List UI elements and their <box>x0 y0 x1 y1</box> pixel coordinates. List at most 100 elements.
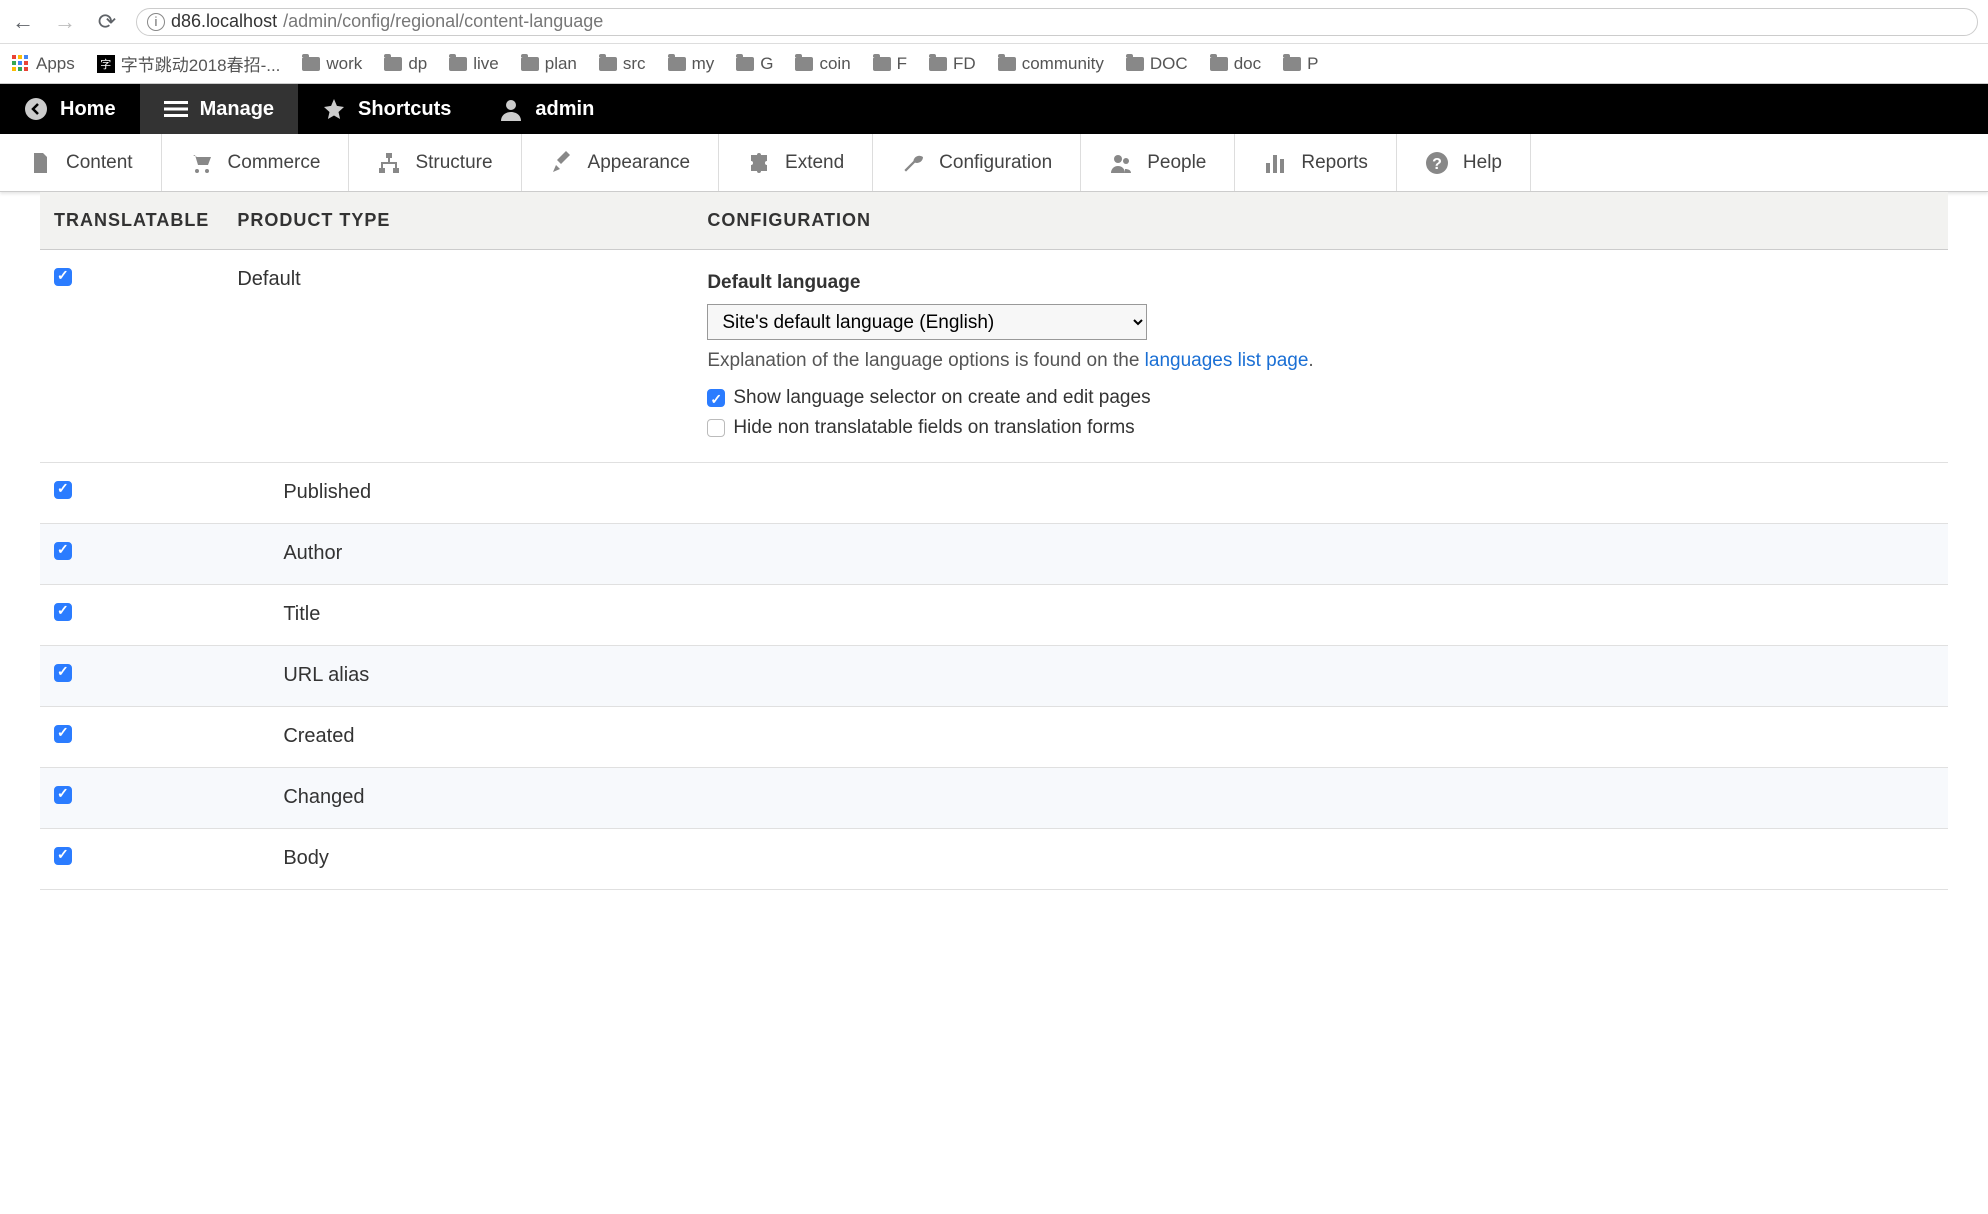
chevron-left-circle-icon <box>24 97 48 121</box>
star-icon <box>322 97 346 121</box>
product-type-label: Published <box>223 462 693 523</box>
admin-menu-reports[interactable]: Reports <box>1235 134 1397 191</box>
file-icon <box>28 151 52 175</box>
table-row: Body <box>40 828 1948 889</box>
product-type-label: Body <box>223 828 693 889</box>
bookmark-folder-src[interactable]: src <box>599 54 646 74</box>
drupal-toolbar: Home Manage Shortcuts admin <box>0 84 1988 134</box>
translatable-checkbox[interactable] <box>54 268 72 286</box>
folder-icon <box>668 57 686 71</box>
bookmarks-bar: Apps 字 字节跳动2018春招-... work dp live plan … <box>0 44 1988 84</box>
folder-icon <box>1210 57 1228 71</box>
bookmark-folder-doc-upper[interactable]: DOC <box>1126 54 1188 74</box>
admin-menu-help[interactable]: ?Help <box>1397 134 1531 191</box>
translatable-checkbox[interactable] <box>54 664 72 682</box>
show-language-selector-label: Show language selector on create and edi… <box>733 383 1150 413</box>
hide-non-translatable-label: Hide non translatable fields on translat… <box>733 413 1134 443</box>
folder-icon <box>736 57 754 71</box>
bookmark-folder-coin[interactable]: coin <box>795 54 850 74</box>
back-button[interactable]: ← <box>10 9 36 35</box>
folder-icon <box>521 57 539 71</box>
folder-icon <box>302 57 320 71</box>
folder-icon <box>1126 57 1144 71</box>
folder-icon <box>873 57 891 71</box>
content-language-table-wrap: TRANSLATABLE PRODUCT TYPE CONFIGURATION … <box>0 192 1988 890</box>
table-row: Created <box>40 706 1948 767</box>
hamburger-icon <box>164 97 188 121</box>
translatable-checkbox[interactable] <box>54 542 72 560</box>
config-block: Default language Site's default language… <box>707 268 1934 444</box>
puzzle-icon <box>747 151 771 175</box>
hide-non-translatable-checkbox[interactable] <box>707 419 725 437</box>
bar-chart-icon <box>1263 151 1287 175</box>
translatable-checkbox[interactable] <box>54 603 72 621</box>
product-type-label: Author <box>223 523 693 584</box>
translatable-checkbox[interactable] <box>54 481 72 499</box>
admin-menu: Content Commerce Structure Appearance Ex… <box>0 134 1988 192</box>
table-row: Published <box>40 462 1948 523</box>
default-language-select[interactable]: Site's default language (English) <box>707 304 1147 340</box>
table-row: Title <box>40 584 1948 645</box>
translatable-checkbox[interactable] <box>54 847 72 865</box>
people-icon <box>1109 151 1133 175</box>
toolbar-home[interactable]: Home <box>0 84 140 134</box>
translatable-checkbox[interactable] <box>54 786 72 804</box>
translatable-checkbox[interactable] <box>54 725 72 743</box>
admin-menu-commerce[interactable]: Commerce <box>162 134 350 191</box>
site-info-icon[interactable]: i <box>147 13 165 31</box>
help-icon: ? <box>1425 151 1449 175</box>
byte-icon: 字 <box>97 55 115 73</box>
bookmark-folder-dp[interactable]: dp <box>384 54 427 74</box>
address-bar[interactable]: i d86.localhost/admin/config/regional/co… <box>136 8 1978 36</box>
toolbar-manage[interactable]: Manage <box>140 84 298 134</box>
cart-icon <box>190 151 214 175</box>
folder-icon <box>1283 57 1301 71</box>
paintbrush-icon <box>550 151 574 175</box>
languages-list-link[interactable]: languages list page <box>1145 350 1309 371</box>
table-row: URL alias <box>40 645 1948 706</box>
header-product-type: PRODUCT TYPE <box>223 192 693 250</box>
bookmark-folder-f[interactable]: F <box>873 54 907 74</box>
apps-icon <box>12 55 30 73</box>
table-row: Author <box>40 523 1948 584</box>
toolbar-admin[interactable]: admin <box>475 84 618 134</box>
folder-icon <box>599 57 617 71</box>
admin-menu-content[interactable]: Content <box>0 134 162 191</box>
product-type-label: Created <box>223 706 693 767</box>
url-path: /admin/config/regional/content-language <box>283 11 603 32</box>
reload-button[interactable]: ⟳ <box>94 9 120 35</box>
browser-nav-bar: ← → ⟳ i d86.localhost/admin/config/regio… <box>0 0 1988 44</box>
bookmark-folder-g[interactable]: G <box>736 54 773 74</box>
bookmark-folder-doc-lower[interactable]: doc <box>1210 54 1261 74</box>
folder-icon <box>449 57 467 71</box>
bookmark-folder-live[interactable]: live <box>449 54 499 74</box>
content-language-table: TRANSLATABLE PRODUCT TYPE CONFIGURATION … <box>40 192 1948 890</box>
folder-icon <box>384 57 402 71</box>
toolbar-shortcuts[interactable]: Shortcuts <box>298 84 475 134</box>
table-row: Default Default language Site's default … <box>40 250 1948 463</box>
bookmark-folder-work[interactable]: work <box>302 54 362 74</box>
bookmark-folder-my[interactable]: my <box>668 54 715 74</box>
bookmark-folder-p[interactable]: P <box>1283 54 1318 74</box>
bookmark-byte[interactable]: 字 字节跳动2018春招-... <box>97 51 281 76</box>
show-language-selector-checkbox[interactable] <box>707 389 725 407</box>
language-help-text: Explanation of the language options is f… <box>707 346 1934 376</box>
hierarchy-icon <box>377 151 401 175</box>
header-configuration: CONFIGURATION <box>693 192 1948 250</box>
forward-button[interactable]: → <box>52 9 78 35</box>
folder-icon <box>795 57 813 71</box>
admin-menu-appearance[interactable]: Appearance <box>522 134 719 191</box>
apps-button[interactable]: Apps <box>12 54 75 74</box>
admin-menu-structure[interactable]: Structure <box>349 134 521 191</box>
bookmark-folder-plan[interactable]: plan <box>521 54 577 74</box>
product-type-label: URL alias <box>223 645 693 706</box>
bookmark-folder-community[interactable]: community <box>998 54 1104 74</box>
admin-menu-people[interactable]: People <box>1081 134 1235 191</box>
svg-text:?: ? <box>1432 156 1442 173</box>
admin-menu-extend[interactable]: Extend <box>719 134 873 191</box>
admin-menu-configuration[interactable]: Configuration <box>873 134 1081 191</box>
header-translatable: TRANSLATABLE <box>40 192 223 250</box>
product-type-label: Changed <box>223 767 693 828</box>
product-type-label: Default <box>223 250 693 463</box>
bookmark-folder-fd[interactable]: FD <box>929 54 976 74</box>
